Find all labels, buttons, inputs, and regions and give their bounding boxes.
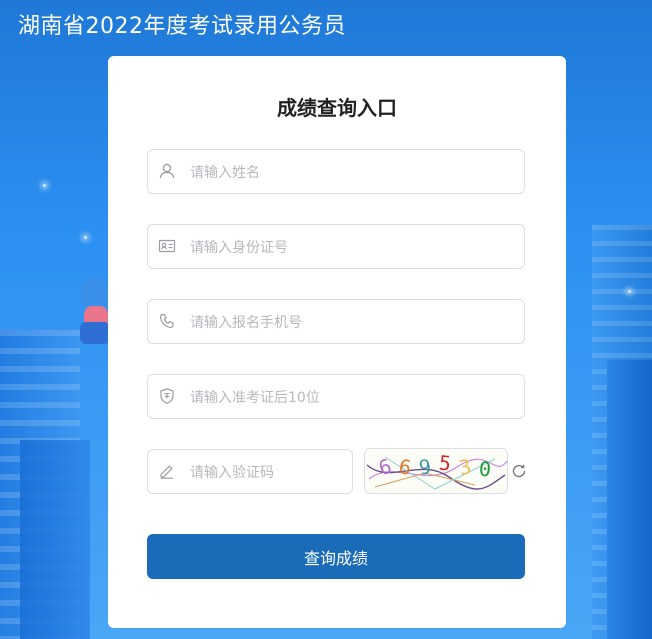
building-right-front [607, 360, 652, 639]
pencil-icon [158, 462, 176, 480]
light-dot [84, 236, 87, 239]
phone-input[interactable] [188, 300, 512, 345]
name-input[interactable] [188, 150, 512, 195]
shield-icon [158, 387, 176, 405]
name-field[interactable] [147, 149, 525, 195]
ticket-input[interactable] [188, 375, 512, 420]
captcha-field[interactable] [147, 449, 353, 495]
ticket-field[interactable] [147, 374, 525, 420]
phone-field[interactable] [147, 299, 525, 345]
page-header: 湖南省2022年度考试录用公务员 [0, 0, 652, 42]
captcha-image[interactable]: 6 6 9 5 3 0 [364, 448, 508, 494]
query-score-button[interactable]: 查询成绩 [147, 534, 525, 579]
page-title: 湖南省2022年度考试录用公务员 [18, 14, 346, 39]
id-card-input[interactable] [188, 225, 512, 270]
building-left-front [20, 440, 90, 639]
user-icon [158, 162, 176, 180]
captcha-char: 5 [437, 450, 453, 476]
light-dot [628, 290, 631, 293]
query-card: 成绩查询入口 6 [108, 56, 566, 628]
refresh-icon[interactable] [511, 463, 527, 479]
phone-icon [158, 312, 176, 330]
light-dot [43, 184, 46, 187]
captcha-input[interactable] [188, 450, 352, 495]
captcha-char: 0 [478, 456, 492, 482]
card-title: 成绩查询入口 [277, 96, 397, 120]
id-card-icon [158, 237, 176, 255]
id-card-field[interactable] [147, 224, 525, 270]
